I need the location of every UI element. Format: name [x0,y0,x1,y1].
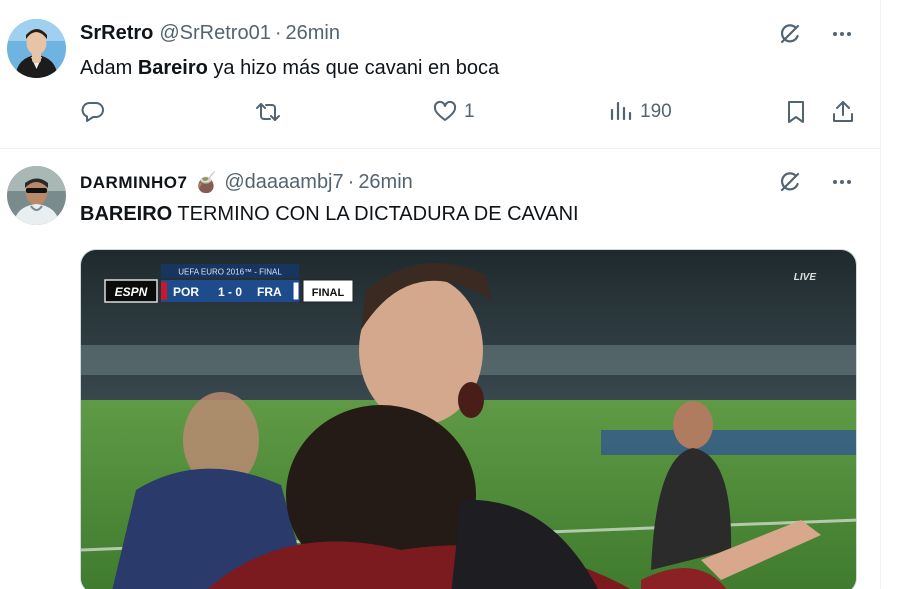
more-icon[interactable] [828,20,856,48]
grok-icon[interactable] [776,20,804,48]
views-icon [610,101,632,121]
timestamp[interactable]: 26min [358,171,412,194]
like-count: 1 [464,101,475,122]
views-button[interactable]: 190 [608,99,672,125]
tweet-top-actions [776,168,856,196]
like-button[interactable]: 1 [432,99,475,125]
tweet-text-bold: BAREIRO [80,203,173,225]
tweet-text: Adam Bareiro ya hizo más que cavani en b… [80,57,499,80]
display-name[interactable]: SrRetro [80,22,153,45]
retweet-icon [256,103,280,121]
mate-emoji: 🧉 [193,172,219,194]
tweet[interactable]: DARMINHO7 🧉 @daaaambj7 · 26min BAREIRO T… [0,149,881,589]
retweet-button[interactable] [254,99,288,125]
scoreboard-competition: UEFA EURO 2016™ - FINAL [178,268,282,277]
scoreboard-network: ESPN [115,285,148,299]
tweet-header: SrRetro @SrRetro01 · 26min [80,22,340,45]
views-count: 190 [640,101,672,122]
bookmark-button[interactable] [783,99,809,125]
share-button[interactable] [830,99,856,125]
tweet-text-part: TERMINO CON LA DICTADURA DE CAVANI [172,203,579,225]
more-icon[interactable] [828,168,856,196]
tweet-text-bold: Bareiro [137,57,208,79]
tweet-top-actions [776,20,856,48]
scoreboard-score: 1 - 0 [218,285,242,299]
separator-dot: · [274,22,282,44]
tweet[interactable]: SrRetro @SrRetro01 · 26min Adam Bareiro … [0,0,881,149]
tweet-media-video[interactable]: UEFA EURO 2016™ - FINAL ESPN POR 1 - 0 F… [80,249,857,589]
timestamp[interactable]: 26min [286,22,340,45]
scoreboard-home-team: POR [173,285,199,299]
scoreboard-away-team: FRA [257,285,282,299]
share-icon [833,101,853,122]
user-handle[interactable]: @SrRetro01 [159,22,270,45]
separator-dot: · [347,171,355,193]
display-name[interactable]: DARMINHO7 [80,173,187,193]
tweet-text-part: ya hizo más que cavani en boca [207,57,500,79]
scoreboard-status: FINAL [312,287,345,299]
live-badge: LIVE [794,272,817,283]
avatar[interactable] [7,19,66,78]
tweet-text-part: Adam [80,57,138,79]
tweet-actions: 1 190 [80,99,860,131]
reply-icon [81,102,104,122]
user-handle[interactable]: @daaaambj7 [224,171,343,194]
tweet-header: DARMINHO7 🧉 @daaaambj7 · 26min [80,170,413,195]
heart-icon [433,100,457,121]
bookmark-icon [788,101,804,123]
tweet-text: BAREIRO TERMINO CON LA DICTADURA DE CAVA… [80,203,579,226]
reply-button[interactable] [80,99,112,125]
timeline-feed: SrRetro @SrRetro01 · 26min Adam Bareiro … [0,0,881,589]
avatar[interactable] [7,166,66,225]
grok-icon[interactable] [776,168,804,196]
